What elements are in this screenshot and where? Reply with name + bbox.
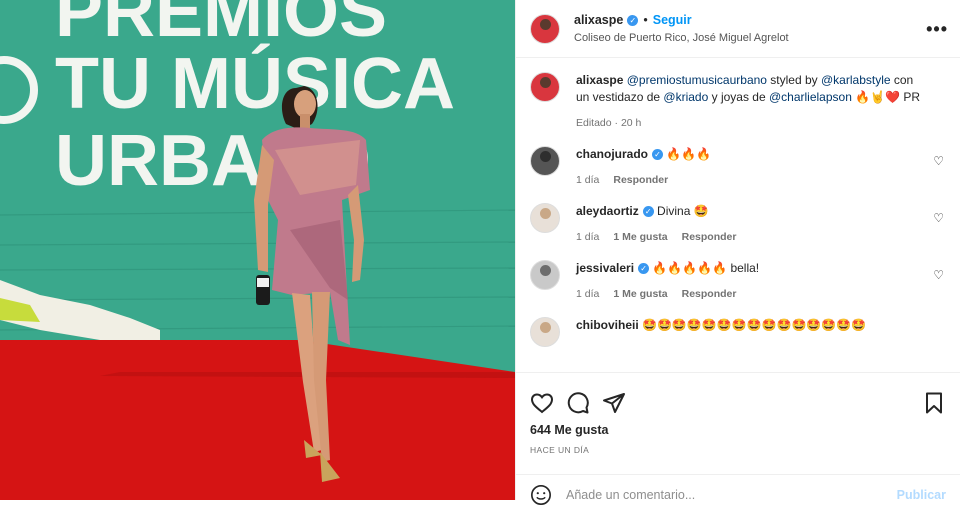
verified-badge-icon: ✓ [652,149,664,161]
edited-label: Editado · 20 h [576,117,642,129]
comment-item: chanojurado ✓ 🔥🔥🔥 1 día Responder ♡ [530,146,946,189]
reply-button[interactable]: Responder [682,231,737,243]
reply-button[interactable]: Responder [682,288,737,300]
emoji-icon[interactable] [530,484,552,506]
comment-meta: 1 día Responder [576,172,928,189]
post: PREMIOS TU MÚSICA URBANO alixaspe ✓ • Se… [0,0,960,505]
comment-time: 1 día [576,174,600,186]
post-header: alixaspe ✓ • Seguir Coliseo de Puerto Ri… [516,0,960,58]
mention-link[interactable]: @karlabstyle [821,73,891,87]
author-avatar[interactable] [530,13,560,44]
comments-section[interactable]: alixaspe @premiostumusicaurbano styled b… [516,58,960,372]
comment-likes[interactable]: 1 Me gusta [613,288,667,300]
mention-link[interactable]: @charlielapson [769,90,852,104]
separator-dot: • [643,13,648,27]
comment-item: jessivaleri ✓ 🔥🔥🔥🔥🔥 bella! 1 día 1 Me gusta… [530,260,946,303]
action-bar [516,373,960,421]
commenter-avatar[interactable] [530,203,560,233]
comment-composer: Publicar [516,474,960,514]
more-options-icon[interactable]: ••• [926,19,948,40]
caption: alixaspe @premiostumusicaurbano styled b… [530,72,946,132]
actions-section: 644 Me gusta HACE UN DÍA Publicar [516,372,960,505]
caption-username[interactable]: alixaspe [576,73,623,87]
comment-time: 1 día [576,231,600,243]
photo-illustration: PREMIOS TU MÚSICA URBANO [0,0,515,500]
comment-text: 🔥🔥🔥🔥🔥 bella! [652,261,760,275]
comment-text: 🔥🔥🔥 [666,147,712,161]
comment-input[interactable] [566,487,897,502]
post-sidebar: alixaspe ✓ • Seguir Coliseo de Puerto Ri… [515,0,960,505]
heart-icon[interactable] [530,391,554,415]
commenter-username[interactable]: aleydaortiz [576,204,639,218]
comment-time: 1 día [576,288,600,300]
commenter-avatar[interactable] [530,146,560,176]
comment-item: aleydaortiz ✓ Divina 🤩 1 día 1 Me gusta Resp… [530,203,946,246]
comment-meta: 1 día 1 Me gusta Responder [576,286,928,303]
post-photo[interactable]: PREMIOS TU MÚSICA URBANO [0,0,515,500]
commenter-username[interactable]: jessivaleri [576,261,634,275]
bookmark-icon[interactable] [922,391,946,415]
red-carpet [0,340,515,500]
caption-segment: y joyas de [708,90,769,104]
comment-likes[interactable]: 1 Me gusta [613,231,667,243]
author-username[interactable]: alixaspe [574,13,623,27]
comment-icon[interactable] [566,391,590,415]
verified-badge-icon: ✓ [627,14,639,26]
comment-text: Divina 🤩 [657,204,709,218]
caption-segment: styled by [766,73,821,87]
post-time: HACE UN DÍA [530,445,590,455]
caption-segment: 🔥🤘❤️ PR [851,90,921,104]
mention-link[interactable]: @premiostumusicaurbano [627,73,767,87]
likes-count[interactable]: 644 Me gusta [516,421,960,437]
verified-badge-icon: ✓ [638,263,650,275]
follow-button[interactable]: Seguir [653,13,692,27]
like-comment-icon[interactable]: ♡ [933,268,944,282]
comment-meta: 1 día 1 Me gusta Responder [576,229,928,246]
location-link[interactable]: Coliseo de Puerto Rico, José Miguel Agre… [574,32,789,44]
publish-button[interactable]: Publicar [897,488,946,502]
commenter-username[interactable]: chanojurado [576,147,648,161]
caption-text: @premiostumusicaurbano styled by @karlab… [576,73,920,104]
caption-avatar[interactable] [530,72,560,102]
mention-link[interactable]: @kriado [663,90,708,104]
backdrop-title-line-2: TU MÚSICA [55,43,455,124]
comment-item: chiboviheii 🤩🤩🤩🤩🤩🤩🤩🤩🤩🤩🤩🤩🤩🤩🤩 [530,317,946,347]
caption-meta: Editado · 20 h [576,115,928,132]
commenter-avatar[interactable] [530,317,560,347]
share-icon[interactable] [602,391,626,415]
comment-list: chanojurado ✓ 🔥🔥🔥 1 día Responder ♡ aleydaort… [530,146,946,347]
commenter-avatar[interactable] [530,260,560,290]
reply-button[interactable]: Responder [613,174,668,186]
like-comment-icon[interactable]: ♡ [933,154,944,168]
like-comment-icon[interactable]: ♡ [933,211,944,225]
verified-badge-icon: ✓ [642,206,654,218]
commenter-username[interactable]: chiboviheii [576,318,639,332]
comment-text: 🤩🤩🤩🤩🤩🤩🤩🤩🤩🤩🤩🤩🤩🤩🤩 [642,318,867,332]
